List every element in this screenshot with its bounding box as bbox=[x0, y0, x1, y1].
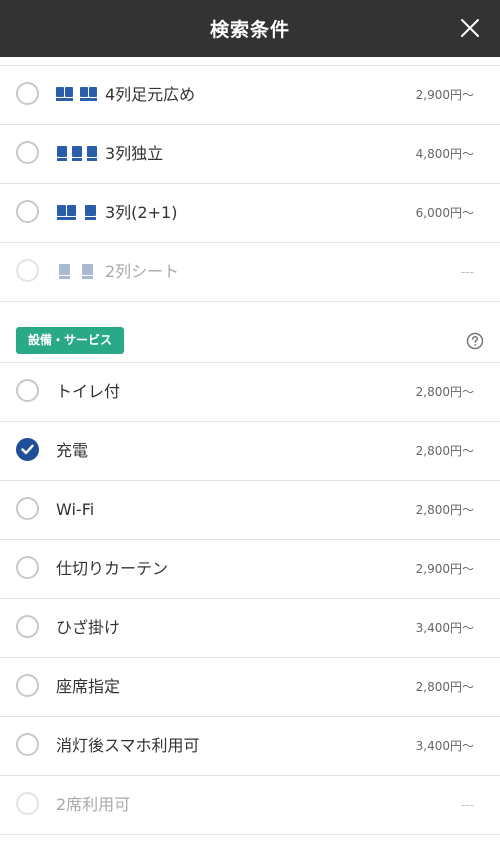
seat-option-4-legroom[interactable]: 4列足元広め 2,900円〜 bbox=[0, 66, 500, 125]
option-label: 3列(2+1) bbox=[105, 203, 178, 222]
option-price: --- bbox=[461, 798, 474, 812]
radio-button bbox=[16, 792, 39, 815]
seat-2-icon bbox=[56, 262, 98, 284]
facility-option-two-seats: 2席利用可 --- bbox=[0, 776, 500, 835]
radio-button[interactable] bbox=[16, 674, 39, 697]
option-label: 充電 bbox=[56, 441, 89, 460]
page-title: 検索条件 bbox=[209, 19, 290, 41]
facility-option-wifi[interactable]: Wi-Fi 2,800円〜 bbox=[0, 481, 500, 540]
radio-button[interactable] bbox=[16, 82, 39, 105]
radio-button[interactable] bbox=[16, 141, 39, 164]
radio-button[interactable] bbox=[16, 200, 39, 223]
radio-button bbox=[16, 259, 39, 282]
filter-list: 4列足元広め 2,900円〜 3列独立 4,800円〜 3列(2+1) 6,00… bbox=[0, 57, 500, 835]
facility-option-curtain[interactable]: 仕切りカーテン 2,900円〜 bbox=[0, 540, 500, 599]
close-icon[interactable] bbox=[458, 16, 482, 40]
option-price: 2,800円〜 bbox=[415, 503, 474, 517]
option-label: ひざ掛け bbox=[56, 618, 121, 637]
facility-option-charging[interactable]: 充電 2,800円〜 bbox=[0, 422, 500, 481]
option-label: 消灯後スマホ利用可 bbox=[56, 736, 200, 755]
seat-3-icon bbox=[56, 144, 98, 166]
help-icon[interactable] bbox=[466, 332, 484, 350]
option-label: Wi-Fi bbox=[56, 500, 95, 519]
option-label: 4列足元広め bbox=[105, 85, 196, 104]
list-top-divider bbox=[0, 57, 500, 66]
option-label: 座席指定 bbox=[56, 677, 121, 696]
seat-option-3-2plus1[interactable]: 3列(2+1) 6,000円〜 bbox=[0, 184, 500, 243]
seat-option-3-independent[interactable]: 3列独立 4,800円〜 bbox=[0, 125, 500, 184]
seat-2plus1-icon bbox=[56, 203, 98, 225]
facilities-badge: 設備・サービス bbox=[16, 327, 125, 354]
header-bar: 検索条件 bbox=[0, 0, 500, 57]
facility-option-blanket[interactable]: ひざ掛け 3,400円〜 bbox=[0, 599, 500, 658]
radio-button[interactable] bbox=[16, 615, 39, 638]
facility-option-phone-after-lights-out[interactable]: 消灯後スマホ利用可 3,400円〜 bbox=[0, 717, 500, 776]
option-price: 6,000円〜 bbox=[415, 206, 474, 220]
option-label: 2列シート bbox=[105, 262, 180, 281]
facility-option-seat-reservation[interactable]: 座席指定 2,800円〜 bbox=[0, 658, 500, 717]
seat-4-icon bbox=[56, 85, 98, 107]
option-price: 2,800円〜 bbox=[415, 444, 474, 458]
facilities-section-header: 設備・サービス bbox=[0, 302, 500, 363]
option-price: 4,800円〜 bbox=[415, 147, 474, 161]
option-price: 2,900円〜 bbox=[415, 562, 474, 576]
check-icon bbox=[21, 444, 34, 455]
option-label: 3列独立 bbox=[105, 144, 164, 163]
seat-option-2-seat: 2列シート --- bbox=[0, 243, 500, 302]
radio-button[interactable] bbox=[16, 556, 39, 579]
radio-button[interactable] bbox=[16, 497, 39, 520]
option-price: 3,400円〜 bbox=[415, 739, 474, 753]
radio-button-checked[interactable] bbox=[16, 438, 39, 461]
option-label: トイレ付 bbox=[56, 382, 121, 401]
facility-option-toilet[interactable]: トイレ付 2,800円〜 bbox=[0, 363, 500, 422]
option-price: 3,400円〜 bbox=[415, 621, 474, 635]
option-price: 2,800円〜 bbox=[415, 680, 474, 694]
option-label: 仕切りカーテン bbox=[56, 559, 169, 578]
radio-button[interactable] bbox=[16, 733, 39, 756]
option-label: 2席利用可 bbox=[56, 795, 131, 814]
radio-button[interactable] bbox=[16, 379, 39, 402]
option-price: --- bbox=[461, 265, 474, 279]
option-price: 2,800円〜 bbox=[415, 385, 474, 399]
option-price: 2,900円〜 bbox=[415, 88, 474, 102]
